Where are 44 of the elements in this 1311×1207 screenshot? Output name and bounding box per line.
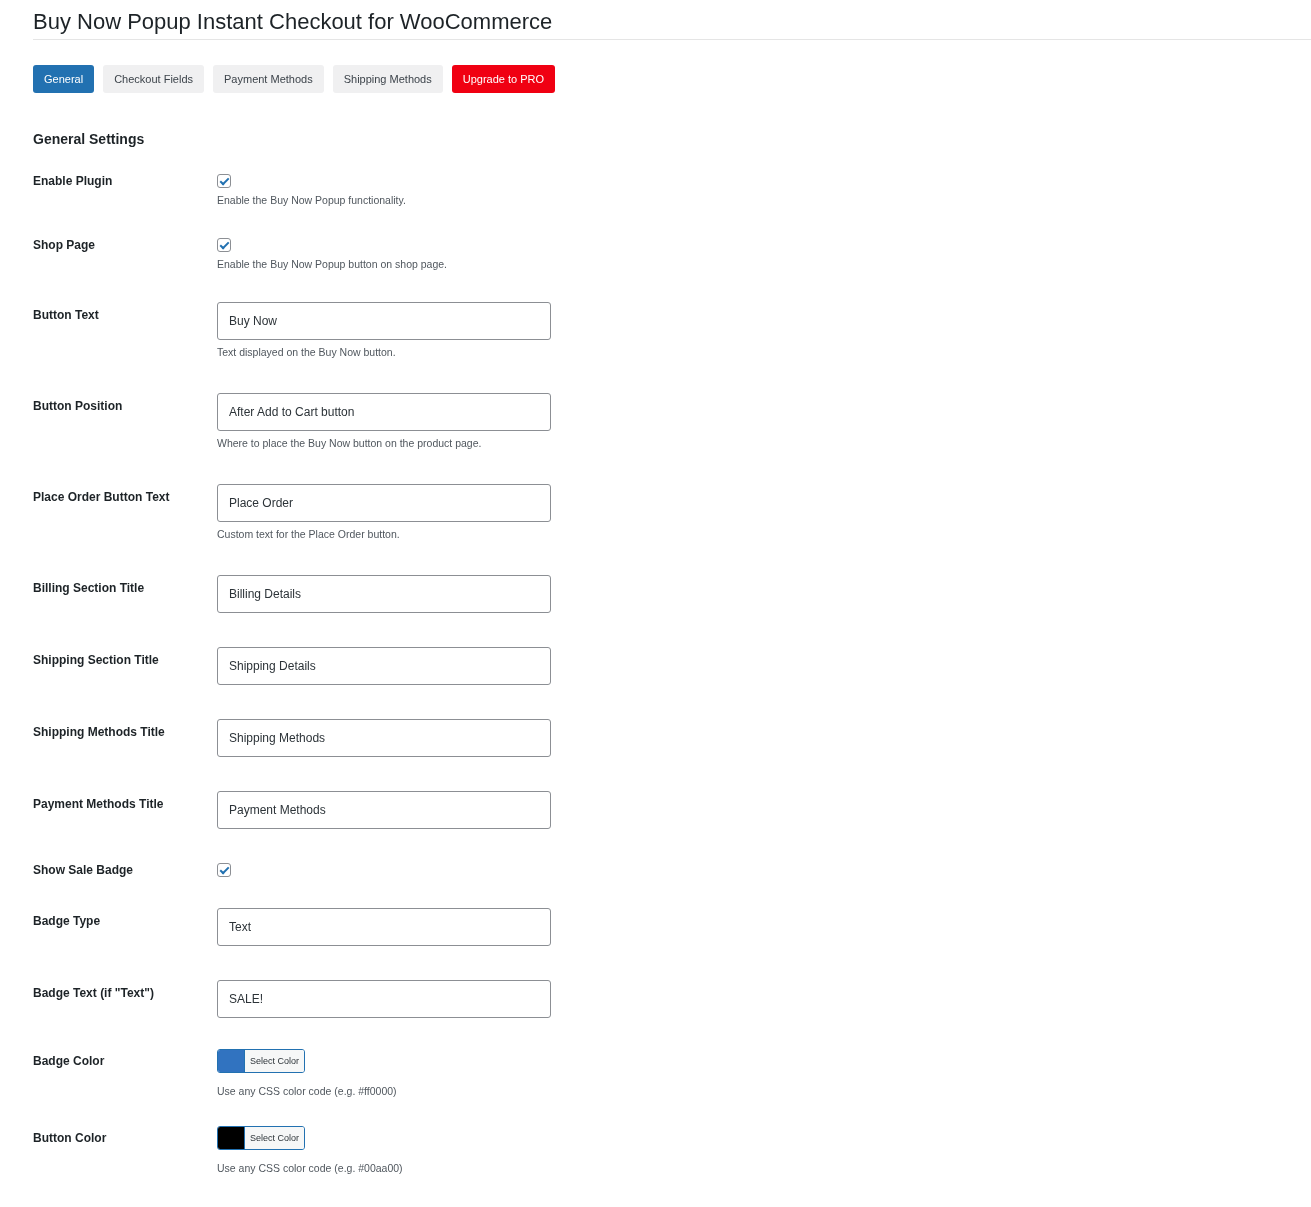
tab[interactable]: General	[33, 65, 95, 93]
field-label: Badge Text (if "Text")	[33, 985, 155, 1002]
field-label: Enable Plugin	[33, 173, 114, 190]
select-color-button[interactable]: Select Color	[244, 1050, 305, 1072]
color-picker[interactable]: Select Color	[217, 1049, 306, 1073]
text-field[interactable]: Place Order	[217, 484, 551, 522]
select-color-button[interactable]: Select Color	[244, 1127, 305, 1149]
field-label: Shipping Section Title	[33, 652, 160, 669]
text-field[interactable]: Shipping Methods	[217, 719, 551, 757]
field-description: Use any CSS color code (e.g. #00aa00)	[217, 1161, 403, 1175]
checkbox[interactable]	[217, 238, 231, 252]
field-label: Badge Type	[33, 913, 102, 930]
field-label: Button Position	[33, 398, 124, 415]
field-label: Button Color	[33, 1130, 108, 1147]
text-field[interactable]: Buy Now	[217, 302, 551, 340]
page-title: Buy Now Popup Instant Checkout for WooCommerce	[33, 8, 553, 36]
field-label: Button Text	[33, 307, 100, 324]
text-field[interactable]: Billing Details	[217, 575, 551, 613]
field-label: Billing Section Title	[33, 580, 146, 597]
checkbox[interactable]	[217, 174, 231, 188]
checkbox[interactable]	[217, 863, 231, 877]
tab[interactable]: Checkout Fields	[103, 65, 204, 93]
field-description: Use any CSS color code (e.g. #ff0000)	[217, 1084, 397, 1098]
tab[interactable]: Shipping Methods	[332, 65, 443, 93]
field-label: Payment Methods Title	[33, 796, 165, 813]
field-description: Text displayed on the Buy Now button.	[217, 345, 396, 359]
field-description: Enable the Buy Now Popup functionality.	[217, 193, 406, 207]
text-field[interactable]: SALE!	[217, 980, 551, 1018]
text-field[interactable]: Payment Methods	[217, 791, 551, 829]
text-field[interactable]: Shipping Details	[217, 647, 551, 685]
field-label: Show Sale Badge	[33, 862, 135, 877]
field-label: Badge Color	[33, 1053, 106, 1070]
text-field[interactable]: After Add to Cart button	[217, 393, 551, 431]
upgrade-button[interactable]: Upgrade to PRO	[451, 65, 556, 93]
field-description: Where to place the Buy Now button on the product page.	[217, 436, 482, 450]
field-label: Place Order Button Text	[33, 489, 171, 506]
text-field[interactable]: Text	[217, 908, 551, 946]
tab[interactable]: Payment Methods	[213, 65, 324, 93]
section-heading: General Settings	[33, 131, 146, 147]
field-description: Custom text for the Place Order button.	[217, 527, 400, 541]
color-picker[interactable]: Select Color	[217, 1126, 306, 1150]
field-description: Enable the Buy Now Popup button on shop page.	[217, 257, 447, 271]
field-label: Shop Page	[33, 237, 96, 254]
field-label: Shipping Methods Title	[33, 724, 166, 741]
